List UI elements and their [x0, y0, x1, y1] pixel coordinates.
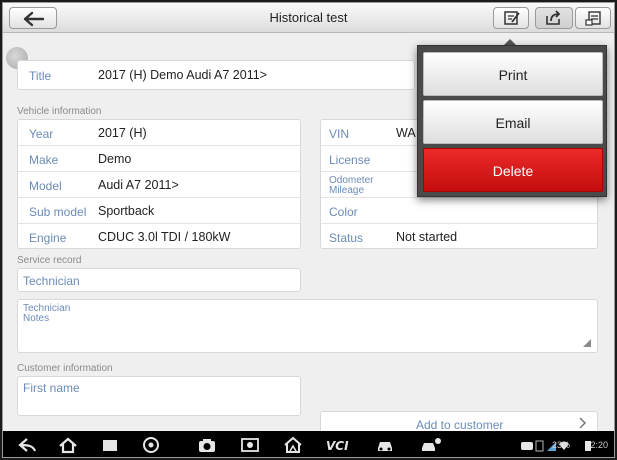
- share-icon: [546, 10, 561, 25]
- system-nav-bar: VCI 23% 2:20: [3, 431, 614, 457]
- technician-notes-input[interactable]: Technician Notes: [17, 299, 598, 353]
- license-label: License: [329, 153, 371, 167]
- odometer-label: Odometer Mileage: [329, 175, 374, 196]
- home-icon[interactable]: [58, 436, 78, 454]
- app-window: Historical test Title 2017 (H) Demo Audi…: [2, 2, 615, 458]
- chrome-icon[interactable]: [141, 436, 161, 454]
- car-icon[interactable]: [375, 436, 395, 454]
- make-row[interactable]: Make Demo: [18, 146, 300, 172]
- svg-text:VCI: VCI: [326, 439, 349, 453]
- sub-model-label: Sub model: [29, 205, 87, 219]
- first-name-placeholder: First name: [23, 381, 80, 395]
- edit-note-icon: [504, 11, 520, 25]
- email-menu-item[interactable]: Email: [423, 100, 603, 144]
- edit-button[interactable]: [493, 7, 529, 29]
- engine-value: CDUC 3.0l TDI / 180kW: [98, 230, 231, 244]
- technician-notes-label: Technician Notes: [23, 303, 71, 324]
- battery-percent: 23%: [551, 440, 570, 450]
- vin-label: VIN: [329, 127, 350, 141]
- status-value: Not started: [396, 230, 458, 244]
- make-label: Make: [29, 153, 59, 167]
- technician-input[interactable]: Technician: [17, 268, 301, 292]
- make-value: Demo: [98, 152, 132, 166]
- car-service-icon[interactable]: [419, 436, 443, 454]
- print-menu-item[interactable]: Print: [423, 52, 603, 96]
- clock: 2:20: [590, 440, 608, 450]
- title-bar: Historical test: [3, 3, 614, 33]
- share-button[interactable]: [535, 7, 573, 29]
- customer-info-heading: Customer information: [17, 363, 113, 374]
- vehicle-info-heading: Vehicle information: [17, 106, 102, 117]
- technician-placeholder: Technician: [23, 274, 80, 288]
- vci-icon[interactable]: VCI: [325, 436, 353, 454]
- engine-label: Engine: [29, 231, 67, 245]
- year-label: Year: [29, 127, 54, 141]
- color-row[interactable]: Color: [321, 198, 597, 224]
- service-record-heading: Service record: [17, 255, 82, 266]
- sub-model-row[interactable]: Sub model Sportback: [18, 198, 300, 224]
- add-to-customer-label: Add to customer: [416, 418, 504, 432]
- title-field[interactable]: Title 2017 (H) Demo Audi A7 2011>: [17, 60, 415, 90]
- delete-menu-item[interactable]: Delete: [423, 148, 603, 192]
- year-value: 2017 (H): [98, 126, 147, 140]
- sub-model-value: Sportback: [98, 204, 155, 218]
- sd-card-icon: [535, 440, 544, 452]
- resize-handle-icon[interactable]: [583, 339, 591, 347]
- add-to-customer-button[interactable]: Add to customer: [320, 411, 598, 433]
- report-icon: [585, 11, 601, 26]
- vin-value: WA: [396, 126, 416, 140]
- first-name-input[interactable]: First name: [17, 376, 301, 416]
- status-label: Status: [329, 231, 364, 245]
- chevron-right-icon: [579, 417, 587, 429]
- recent-apps-icon[interactable]: [100, 436, 120, 454]
- model-value: Audi A7 2011>: [98, 178, 179, 192]
- report-button[interactable]: [575, 7, 611, 29]
- autel-home-icon[interactable]: [283, 436, 303, 454]
- title-label: Title: [29, 69, 52, 83]
- share-menu: Print Email Delete: [417, 45, 607, 197]
- screen-record-icon[interactable]: [240, 436, 260, 454]
- model-row[interactable]: Model Audi A7 2011>: [18, 172, 300, 198]
- title-value: 2017 (H) Demo Audi A7 2011>: [98, 68, 267, 82]
- color-label: Color: [329, 205, 358, 219]
- model-label: Model: [29, 179, 62, 193]
- vehicle-info-left-card: Year 2017 (H) Make Demo Model Audi A7 20…: [17, 119, 301, 249]
- status-row[interactable]: Status Not started: [321, 224, 597, 250]
- message-icon: [521, 442, 533, 450]
- engine-row[interactable]: Engine CDUC 3.0l TDI / 180kW: [18, 224, 300, 250]
- back-icon[interactable]: [17, 436, 37, 454]
- year-row[interactable]: Year 2017 (H): [18, 120, 300, 146]
- camera-icon[interactable]: [197, 436, 217, 454]
